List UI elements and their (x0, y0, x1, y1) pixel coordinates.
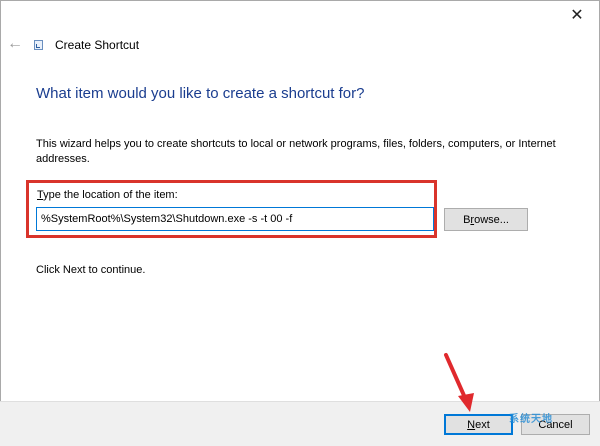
back-arrow-icon: ← (7, 35, 23, 52)
browse-button[interactable]: Br owse... (444, 208, 528, 231)
continue-text: Click Next to continue. (36, 264, 146, 276)
close-icon: ✕ (570, 7, 584, 24)
next-button[interactable]: Next (444, 414, 513, 435)
browse-label-pre: B (463, 213, 471, 226)
arrow-shaft (444, 353, 468, 402)
watermark-logo: 系统天地 (509, 414, 553, 425)
browse-label-post: owse... (474, 213, 509, 226)
page-heading: What item would you like to create a sho… (36, 85, 365, 102)
back-button[interactable]: ← (4, 34, 26, 54)
close-button[interactable]: ✕ (554, 0, 600, 30)
location-input[interactable] (36, 207, 434, 231)
next-label-accel: N (467, 418, 476, 431)
shortcut-wizard-icon (34, 40, 43, 50)
location-label: Type the location of the item: (37, 189, 178, 201)
wizard-description: This wizard helps you to create shortcut… (36, 138, 556, 165)
next-label-rest: ext (475, 418, 490, 431)
location-label-text: ype the location of the item: (43, 189, 178, 201)
window-title: Create Shortcut (55, 38, 140, 52)
